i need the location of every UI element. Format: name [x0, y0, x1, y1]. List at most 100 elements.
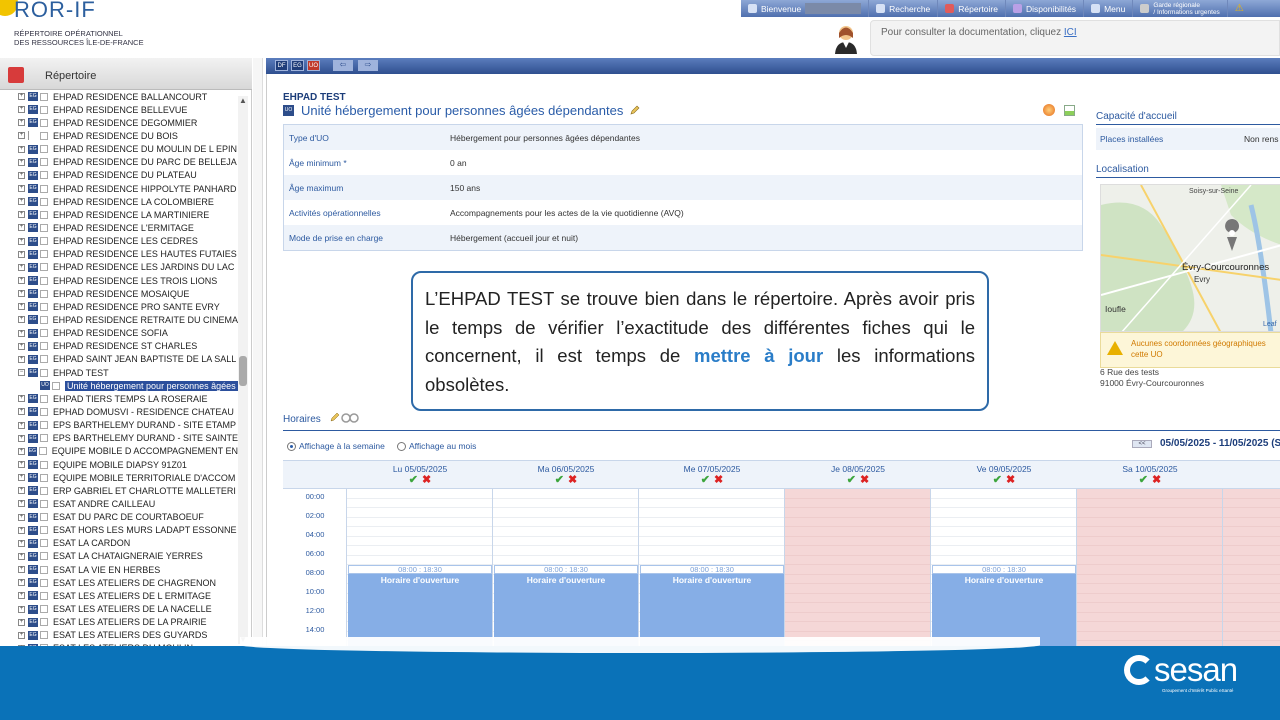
expand-icon[interactable]: +	[18, 474, 25, 482]
tree-item-checkbox[interactable]	[40, 499, 48, 508]
menu-alert[interactable]: ⚠	[1228, 0, 1251, 17]
expand-icon[interactable]: +	[18, 500, 25, 508]
tree-item-checkbox[interactable]	[40, 276, 48, 285]
expand-icon[interactable]: +	[18, 605, 25, 613]
tree-item[interactable]: + EHPAD RESIDENCE DU BOIS	[18, 129, 238, 142]
expand-icon[interactable]: +	[18, 106, 25, 114]
validate-day-icon[interactable]: ✔	[847, 474, 856, 486]
expand-icon[interactable]: +	[18, 461, 25, 468]
tab-df[interactable]: DF	[275, 60, 288, 71]
close-day-icon[interactable]: ✖	[1006, 474, 1015, 486]
tree-item[interactable]: + EG EHPAD RESIDENCE PRO SANTE EVRY	[18, 300, 238, 313]
expand-icon[interactable]: +	[18, 631, 25, 639]
expand-icon[interactable]: +	[18, 539, 25, 547]
tree-item-checkbox[interactable]	[40, 131, 48, 140]
tree-item[interactable]: + EG EHPAD RESIDENCE DEGOMMIER	[18, 116, 238, 129]
scroll-up-icon[interactable]: ▲	[239, 96, 247, 105]
tree-item[interactable]: + EG EPHAD DOMUSVI - RESIDENCE CHATEAU	[18, 405, 238, 418]
tree-item[interactable]: + EG EHPAD RESIDENCE LA MARTINIERE	[18, 208, 238, 221]
radio-week-view[interactable]: Affichage à la semaine	[287, 441, 385, 451]
expand-icon[interactable]: +	[18, 224, 25, 232]
forward-arrow-icon[interactable]: ⇨	[358, 60, 378, 71]
tree-item-checkbox[interactable]	[40, 145, 48, 154]
tree-item-checkbox[interactable]	[40, 263, 48, 272]
documentation-link[interactable]: ICI	[1064, 27, 1077, 38]
menu-search[interactable]: Recherche	[869, 0, 939, 17]
expand-icon[interactable]: +	[18, 119, 25, 127]
tree-item[interactable]: + EG EHPAD RESIDENCE L'ERMITAGE	[18, 221, 238, 234]
tree-item-checkbox[interactable]	[40, 210, 48, 219]
tree-item-checkbox[interactable]	[40, 486, 48, 495]
menu-repertoire[interactable]: Répertoire	[938, 0, 1006, 17]
tree-item-checkbox[interactable]	[40, 184, 48, 193]
expand-icon[interactable]: +	[18, 303, 25, 311]
expand-icon[interactable]: +	[18, 552, 25, 560]
tree-item[interactable]: + EG EHPAD TIERS TEMPS LA ROSERAIE	[18, 392, 238, 405]
menu-main[interactable]: Menu	[1084, 0, 1134, 17]
day-column[interactable]	[1223, 489, 1280, 646]
tree-item-checkbox[interactable]	[40, 237, 48, 246]
tree-item[interactable]: + EG EHPAD RESIDENCE LA COLOMBIERE	[18, 195, 238, 208]
radio-month-view[interactable]: Affichage au mois	[397, 441, 476, 451]
tree-item[interactable]: + EG ESAT LA VIE EN HERBES	[18, 563, 238, 576]
tree-item[interactable]: + EG EHPAD RESIDENCE SOFIA	[18, 327, 238, 340]
previous-week-button[interactable]: <<	[1132, 440, 1152, 448]
expand-icon[interactable]: +	[18, 421, 25, 429]
expand-icon[interactable]: +	[18, 395, 25, 403]
tree-item-checkbox[interactable]	[40, 105, 48, 114]
tree-scrollbar[interactable]: ▲ ▼	[238, 96, 248, 644]
expand-icon[interactable]: +	[18, 316, 25, 324]
tree-item-checkbox[interactable]	[40, 565, 48, 574]
tree-item-checkbox[interactable]	[40, 421, 48, 430]
day-column[interactable]	[785, 489, 931, 646]
expand-icon[interactable]: +	[18, 277, 25, 285]
tree-item-checkbox[interactable]	[39, 447, 47, 456]
menu-garde[interactable]: Garde régionale / Informations urgentes	[1133, 0, 1228, 17]
tree-scroll-thumb[interactable]	[239, 356, 247, 386]
tree-item[interactable]: + EG EHPAD RESIDENCE LES CEDRES	[18, 235, 238, 248]
export-icon[interactable]	[1064, 105, 1075, 116]
tree-item[interactable]: + EG EPS BARTHELEMY DURAND - SITE ETAMP	[18, 419, 238, 432]
tree-item-checkbox[interactable]	[40, 158, 48, 167]
expand-icon[interactable]: +	[18, 592, 25, 600]
tree-item-checkbox[interactable]	[40, 197, 48, 206]
day-column[interactable]: 08:00 : 18:30 Horaire d'ouverture	[931, 489, 1077, 646]
expand-icon[interactable]: +	[18, 408, 25, 416]
tree-item[interactable]: + EG EQUIPE MOBILE D ACCOMPAGNEMENT EN	[18, 445, 238, 458]
validate-day-icon[interactable]: ✔	[993, 474, 1002, 486]
tree-item[interactable]: + EG EHPAD RESIDENCE DU PARC DE BELLEJA	[18, 156, 238, 169]
tree-item[interactable]: + EG EHPAD RESIDENCE MOSAIQUE	[18, 287, 238, 300]
tree-item[interactable]: + EG ESAT LES ATELIERS DE L ERMITAGE	[18, 589, 238, 602]
tree-item-checkbox[interactable]	[40, 513, 48, 522]
radio-month-input[interactable]	[397, 441, 406, 451]
day-column[interactable]	[1077, 489, 1223, 646]
location-map[interactable]: Soisy-sur-Seine Évry-Courcouronnes Evry …	[1100, 184, 1280, 332]
day-column[interactable]: 08:00 : 18:30 Horaire d'ouverture	[493, 489, 639, 646]
validate-day-icon[interactable]: ✔	[555, 474, 564, 486]
tree-item-checkbox[interactable]	[40, 302, 48, 311]
edit-pencil-icon[interactable]	[629, 105, 640, 116]
tree-item[interactable]: + EG ESAT LES ATELIERS DE CHAGRENON	[18, 576, 238, 589]
expand-icon[interactable]: +	[18, 526, 25, 534]
expand-icon[interactable]: +	[18, 447, 25, 455]
expand-icon[interactable]: +	[18, 566, 25, 574]
tree-item-checkbox[interactable]	[40, 289, 48, 298]
validate-day-icon[interactable]: ✔	[409, 474, 418, 486]
validate-day-icon[interactable]: ✔	[1139, 474, 1148, 486]
tree-item-checkbox[interactable]	[40, 605, 48, 614]
expand-icon[interactable]: +	[18, 237, 25, 245]
map-attribution-link[interactable]: Leaf	[1263, 321, 1277, 328]
validate-day-icon[interactable]: ✔	[701, 474, 710, 486]
tree-item[interactable]: + EG ESAT HORS LES MURS LADAPT ESSONNE	[18, 524, 238, 537]
expand-icon[interactable]: +	[18, 93, 25, 101]
expand-icon[interactable]: +	[18, 263, 25, 271]
tree-item[interactable]: + EG ESAT LES ATELIERS DES GUYARDS	[18, 629, 238, 642]
expand-icon[interactable]: +	[18, 513, 25, 521]
tree-item-checkbox[interactable]	[40, 171, 48, 180]
expand-icon[interactable]: +	[18, 618, 25, 626]
tree-item-checkbox[interactable]	[40, 473, 48, 482]
tree-item[interactable]: + EG EHPAD SAINT JEAN BAPTISTE DE LA SALL	[18, 353, 238, 366]
expand-icon[interactable]: +	[18, 579, 25, 587]
expand-icon[interactable]: +	[18, 355, 25, 363]
tree-item[interactable]: + EG ESAT LES ATELIERS DE LA NACELLE	[18, 602, 238, 615]
